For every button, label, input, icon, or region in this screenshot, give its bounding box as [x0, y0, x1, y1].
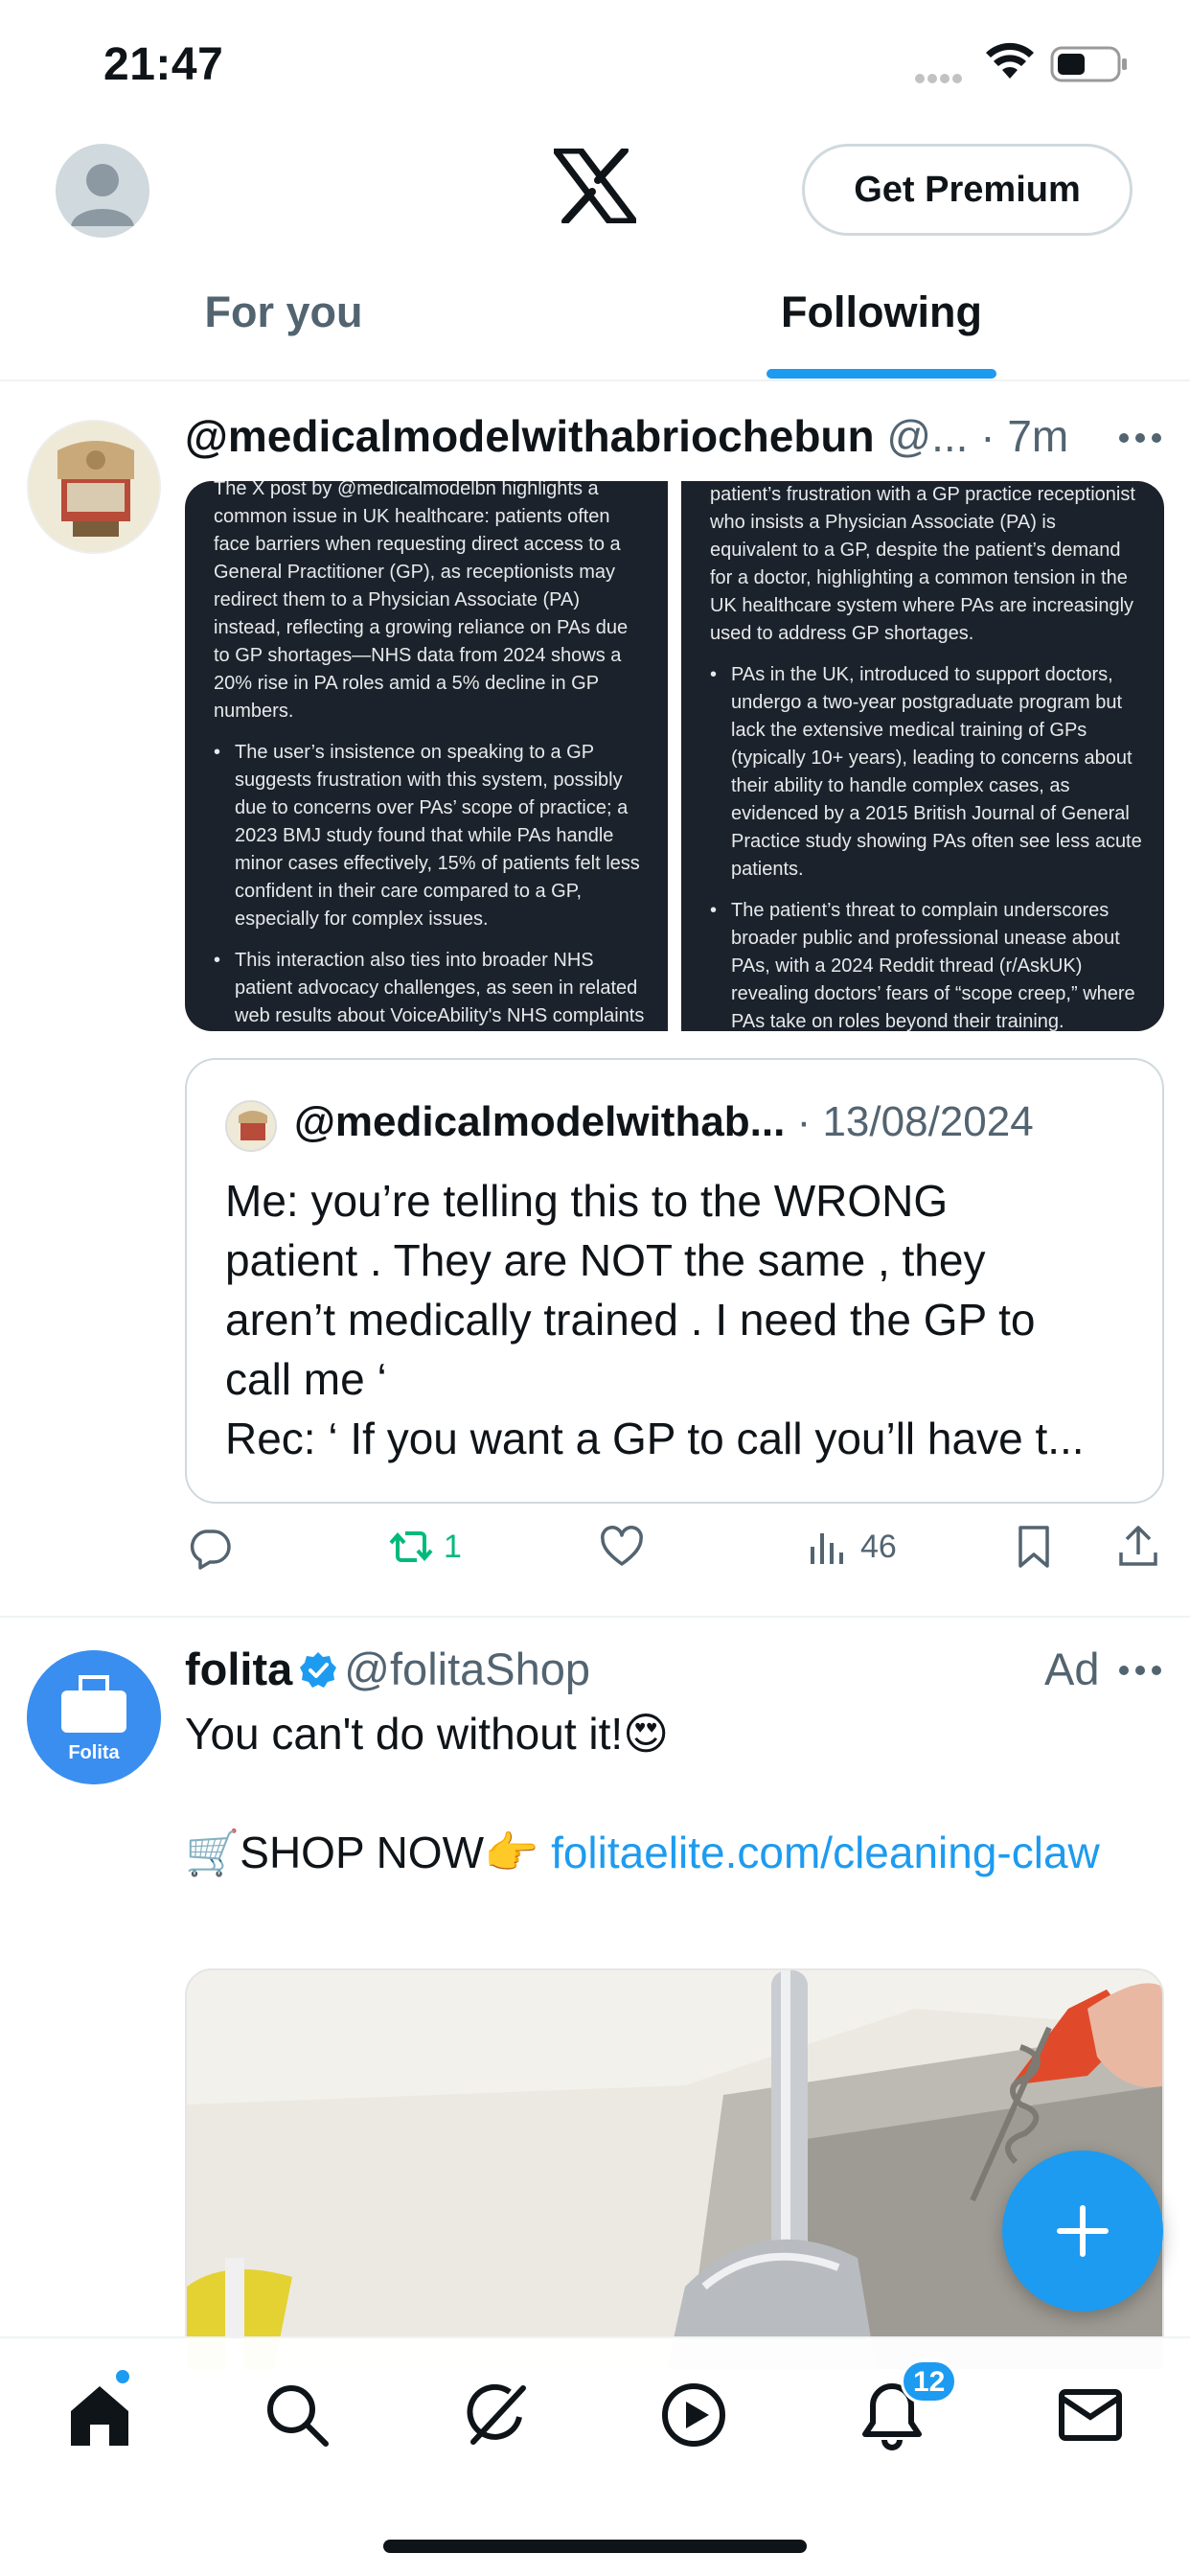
quoted-tweet[interactable]: @medicalmodelwithab... · 13/08/2024 Me: …: [185, 1058, 1164, 1504]
bookmark-button[interactable]: [1011, 1524, 1057, 1570]
quoted-text-line: Me: you’re telling this to the WRONG: [225, 1176, 949, 1226]
quoted-tweet-date: · 13/08/2024: [796, 1098, 1034, 1145]
media-image-left[interactable]: The X post by @medicalmodelbn highlights…: [185, 481, 668, 1031]
compose-post-button[interactable]: [1002, 2150, 1163, 2312]
cellular-signal-icon: [915, 71, 965, 88]
wifi-icon: [986, 42, 1034, 79]
nav-home[interactable]: [63, 2379, 136, 2451]
folita-logo-text: Folita: [68, 1742, 120, 1763]
ad-link[interactable]: folitaelite.com/cleaning-claw: [551, 1828, 1100, 1877]
quoted-tweet-header: @medicalmodelwithab... · 13/08/2024: [294, 1098, 1034, 1146]
quoted-author-avatar: [225, 1100, 277, 1152]
quoted-text-line: Rec: ‘ If you want a GP to call you’ll h…: [225, 1414, 1085, 1463]
tab-selected-indicator: [767, 369, 996, 379]
tweet-author-handle[interactable]: @...: [886, 411, 968, 461]
heart-icon: [601, 1526, 643, 1566]
notifications-badge: 12: [901, 2359, 958, 2404]
tweet-text-line: You can't do without it!😍: [185, 1709, 670, 1759]
media-right-bullet: The patient’s threat to complain undersc…: [710, 897, 1145, 1031]
council-logo-icon: [227, 1102, 275, 1150]
home-indicator: [383, 2540, 807, 2553]
quoted-text-line: aren’t medically trained . I need the GP…: [225, 1295, 1036, 1345]
council-logo-icon: [29, 422, 159, 552]
status-time: 21:47: [103, 39, 224, 90]
tweet-header: @medicalmodelwithabriochebun @... · 7m: [185, 410, 1143, 468]
tweet-author-name[interactable]: folita: [185, 1644, 292, 1694]
quoted-text-line: patient . They are NOT the same , they: [225, 1235, 986, 1285]
tweet[interactable]: @medicalmodelwithabriochebun @... · 7m T…: [0, 383, 1190, 1620]
repost-button[interactable]: 1: [388, 1524, 462, 1570]
home-icon: [71, 2386, 128, 2446]
timeline-header: Get Premium For you Following: [0, 125, 1190, 383]
home-unread-dot: [113, 2367, 132, 2386]
bookmark-icon: [1018, 1526, 1049, 1568]
advertiser-avatar[interactable]: Folita: [27, 1650, 161, 1784]
tweet-header: folita @folitaShop: [185, 1643, 590, 1695]
tweet-media-grid[interactable]: The X post by @medicalmodelbn highlights…: [185, 481, 1164, 1031]
more-options-icon[interactable]: [1117, 431, 1163, 445]
quoted-text-line: call me ‘: [225, 1354, 387, 1404]
nav-messages[interactable]: [1054, 2379, 1127, 2451]
profile-avatar-button[interactable]: [56, 144, 149, 238]
reply-button[interactable]: [187, 1524, 242, 1570]
tweet-text-line: 🛒SHOP NOW👉 folitaelite.com/cleaning-claw: [185, 1823, 1162, 1882]
battery-icon: [1050, 46, 1127, 82]
ad-label: Ad: [1044, 1644, 1100, 1694]
verified-badge-icon: [300, 1652, 337, 1688]
shop-now-text: 🛒SHOP NOW👉: [185, 1828, 552, 1877]
status-bar: 21:47: [0, 0, 1190, 125]
share-button[interactable]: [1115, 1524, 1161, 1570]
header-divider: [0, 380, 1190, 381]
mail-icon: [1059, 2389, 1122, 2441]
tweet-divider: [0, 1616, 1190, 1618]
video-icon: [662, 2383, 725, 2447]
media-left-bullet: The user’s insistence on speaking to a G…: [214, 739, 649, 933]
media-left-intro: The X post by @medicalmodelbn highlights…: [214, 481, 629, 722]
repost-count: 1: [444, 1528, 462, 1565]
tweet-author-avatar[interactable]: [27, 420, 161, 554]
search-icon: [267, 2385, 329, 2447]
x-logo-icon[interactable]: [554, 149, 636, 223]
tweet-author-name[interactable]: @medicalmodelwithabriochebun: [185, 411, 875, 461]
tweet-text: You can't do without it!😍 🛒SHOP NOW👉 fol…: [185, 1704, 1162, 1882]
nav-grok[interactable]: [460, 2379, 533, 2451]
more-options-icon[interactable]: [1117, 1664, 1163, 1677]
quoted-author-name: @medicalmodelwithab...: [294, 1098, 786, 1145]
views-chart-icon: [811, 1533, 843, 1564]
tweet-timestamp: · 7m: [980, 411, 1069, 461]
views-count: 46: [860, 1528, 897, 1565]
nav-search[interactable]: [261, 2379, 333, 2451]
default-avatar-icon: [71, 164, 134, 226]
like-button[interactable]: [599, 1524, 654, 1570]
grok-icon: [467, 2383, 526, 2445]
quoted-tweet-text: Me: you’re telling this to the WRONG pat…: [225, 1171, 1135, 1468]
views-button[interactable]: 46: [805, 1524, 897, 1570]
repost-icon: [389, 1531, 433, 1562]
reply-icon: [190, 1530, 231, 1570]
plus-icon: [1057, 2205, 1109, 2257]
sink-faucet-image: [187, 1970, 1162, 2369]
folita-logo-icon: [27, 1650, 161, 1784]
tweet-author-handle[interactable]: @folitaShop: [344, 1644, 590, 1694]
nav-video[interactable]: [657, 2379, 730, 2451]
media-right-bullet: PAs in the UK, introduced to support doc…: [710, 661, 1145, 884]
media-image-right[interactable]: patient’s frustration with a GP practice…: [681, 481, 1164, 1031]
ad-media-image[interactable]: [185, 1968, 1164, 2371]
share-icon: [1119, 1526, 1157, 1566]
get-premium-button[interactable]: Get Premium: [802, 144, 1133, 236]
tab-for-you[interactable]: For you: [0, 288, 567, 383]
media-right-intro: patient’s frustration with a GP practice…: [710, 484, 1135, 644]
media-left-bullet: This interaction also ties into broader …: [214, 947, 649, 1030]
